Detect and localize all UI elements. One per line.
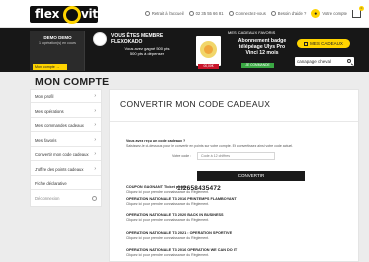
sidebar-item-logout[interactable]: Déconnexion: [31, 192, 101, 205]
store-icon: [144, 11, 150, 16]
sidebar-item-label: Fiche déclarative: [35, 181, 67, 186]
avatar: [93, 32, 107, 46]
power-icon: [92, 195, 97, 201]
pickup-link[interactable]: Retrait à l'accueil: [144, 11, 184, 16]
gift-icon: [304, 41, 309, 46]
account-icon: ●: [311, 9, 321, 18]
welcome-line-2: FLEXOKADO: [111, 39, 143, 45]
form-description: Saisissez-le ci-dessous pour le converti…: [126, 144, 294, 148]
sidebar-item-label: Convertir mon code cadeaux: [35, 152, 89, 157]
account-link[interactable]: ● Votre compte: [311, 9, 347, 18]
rules-link[interactable]: Cliquez ici pour prendre connaissance du…: [126, 218, 326, 222]
operation-title: OPERATION NATIONALE T3 2021 : OPERATION …: [126, 231, 233, 235]
rules-link[interactable]: Cliquez ici pour prendre connaissance du…: [126, 253, 326, 257]
main-header: CONVERTIR MON CODE CADEAUX: [110, 90, 358, 122]
chevron-right-icon: ›: [94, 136, 96, 143]
cart-button[interactable]: 0: [352, 5, 364, 18]
welcome-text: VOUS ÊTES MEMBRE FLEXOKADO: [111, 33, 163, 45]
sidebar-item-label: Déconnexion: [35, 195, 60, 201]
user-icon: [228, 11, 234, 16]
demo-title: DEMO DEMO: [43, 35, 72, 40]
search-icon[interactable]: [347, 59, 351, 63]
list-item[interactable]: OPERATION NATIONALE T3 2016 PRINTEMPS FL…: [126, 197, 326, 206]
phone-link-label: 02 35 55 66 81: [195, 11, 224, 16]
points-text: Vous avez gagné 500 pts 500 pts à dépens…: [116, 46, 178, 56]
sidebar-item-gift-orders[interactable]: Mes commandes cadeaux ›: [31, 119, 101, 132]
my-account-button[interactable]: Mon compte →: [33, 64, 67, 70]
flexovit-logo[interactable]: flex vit: [30, 6, 98, 24]
sidebar-item-convert-code[interactable]: Convertir mon code cadeaux ›: [31, 148, 101, 161]
product-name[interactable]: Abonnement badge télépéage Ulys Pro Vinc…: [232, 38, 292, 56]
demo-subtitle: 1 opération(s) en cours: [39, 41, 76, 45]
top-header: flex vit Retrait à l'accueil 02 35 55 66…: [0, 0, 369, 28]
help-icon: [270, 11, 276, 16]
sidebar-item-profile[interactable]: Mon profil ›: [31, 90, 101, 103]
chevron-right-icon: ›: [94, 93, 96, 99]
login-link-label: Connectez-vous: [235, 11, 266, 16]
operation-title: OPERATION NATIONALE T3 2020 BACK IN BUSI…: [126, 213, 224, 217]
list-item[interactable]: OPERATION NATIONALE T3 2021 : OPERATION …: [126, 231, 326, 240]
sidebar-item-label: Mes commandes cadeaux: [35, 123, 84, 128]
logo-text-left: flex: [35, 7, 60, 21]
cart-count-badge: 0: [359, 5, 364, 11]
rules-link[interactable]: Cliquez ici pour prendre connaissance du…: [126, 190, 326, 194]
header-links: Retrait à l'accueil 02 35 55 66 81 Conne…: [144, 5, 364, 18]
phone-icon: [188, 11, 194, 16]
pickup-link-label: Retrait à l'accueil: [151, 11, 184, 16]
chevron-right-icon: ›: [94, 165, 96, 172]
chevron-right-icon: ›: [94, 151, 96, 157]
account-link-label: Votre compte: [322, 11, 347, 16]
convert-button[interactable]: CONVERTIR: [197, 171, 305, 181]
rules-link[interactable]: Cliquez ici pour prendre connaissance du…: [126, 202, 326, 206]
page-title: MON COMPTE: [35, 76, 110, 88]
my-gifts-button[interactable]: MES CADEAUX: [297, 39, 350, 48]
sidebar-item-offer-points[interactable]: J'offre des points cadeaux ›: [31, 163, 101, 176]
list-item[interactable]: OPERATION NATIONALE T3 2016 OPERATION WE…: [126, 248, 326, 257]
form-question: Vous avez reçu un code cadeaux ?: [126, 139, 186, 143]
product-image[interactable]: [196, 36, 221, 66]
gift-code-input[interactable]: [197, 152, 275, 160]
phone-link[interactable]: 02 35 55 66 81: [188, 11, 224, 16]
search-box: [295, 57, 354, 66]
product-disc-inner: [204, 45, 213, 54]
logo-text-right: vit: [81, 7, 98, 21]
order-button[interactable]: JE COMMANDE: [241, 63, 274, 68]
operation-title: OPERATION NATIONALE T3 2016 OPERATION WE…: [126, 248, 238, 252]
main-panel: CONVERTIR MON CODE CADEAUX Vous avez reç…: [109, 89, 359, 262]
operation-title: OPERATION NATIONALE T3 2016 PRINTEMPS FL…: [126, 197, 237, 201]
login-link[interactable]: Connectez-vous: [228, 11, 266, 16]
product-price-badge: 00,00€: [198, 64, 219, 69]
code-label: Votre code :: [172, 154, 192, 158]
sidebar-item-declaration[interactable]: Fiche déclarative: [31, 177, 101, 190]
demo-account-box: DEMO DEMO 1 opération(s) en cours Mon co…: [30, 31, 85, 71]
sidebar-item-label: Mes favoris: [35, 137, 57, 143]
sidebar-item-label: Mes opérations: [35, 108, 64, 114]
sidebar-item-label: J'offre des points cadeaux: [35, 166, 84, 172]
cart-icon: 0: [352, 5, 364, 18]
list-item[interactable]: COUPON GAGNANT Ticket perdu Cliquez ici …: [126, 185, 326, 194]
sidebar-item-favorites[interactable]: Mes favoris ›: [31, 134, 101, 147]
help-link-label: Besoin d'aide ?: [277, 11, 307, 16]
account-sidebar: Mon profil › Mes opérations › Mes commande…: [30, 89, 102, 207]
rules-link[interactable]: Cliquez ici pour prendre connaissance du…: [126, 236, 326, 240]
chevron-right-icon: ›: [94, 107, 96, 114]
operation-title: COUPON GAGNANT Ticket perdu: [126, 185, 187, 189]
help-link[interactable]: Besoin d'aide ?: [270, 11, 307, 16]
favorites-title: MES CADEAUX FAVORIS: [228, 30, 276, 35]
overlay-number: 1I2658435472: [177, 185, 221, 192]
search-input[interactable]: [297, 57, 343, 66]
sidebar-item-operations[interactable]: Mes opérations ›: [31, 105, 101, 118]
my-gifts-label: MES CADEAUX: [310, 41, 343, 46]
section-title: CONVERTIR MON CODE CADEAUX: [120, 99, 271, 109]
sidebar-item-label: Mon profil: [35, 94, 54, 99]
points-to-spend: 500 pts à dépenser: [129, 51, 165, 56]
chevron-right-icon: ›: [94, 122, 96, 128]
logo-o-mark: [63, 6, 81, 24]
list-item[interactable]: OPERATION NATIONALE T3 2020 BACK IN BUSI…: [126, 213, 326, 222]
